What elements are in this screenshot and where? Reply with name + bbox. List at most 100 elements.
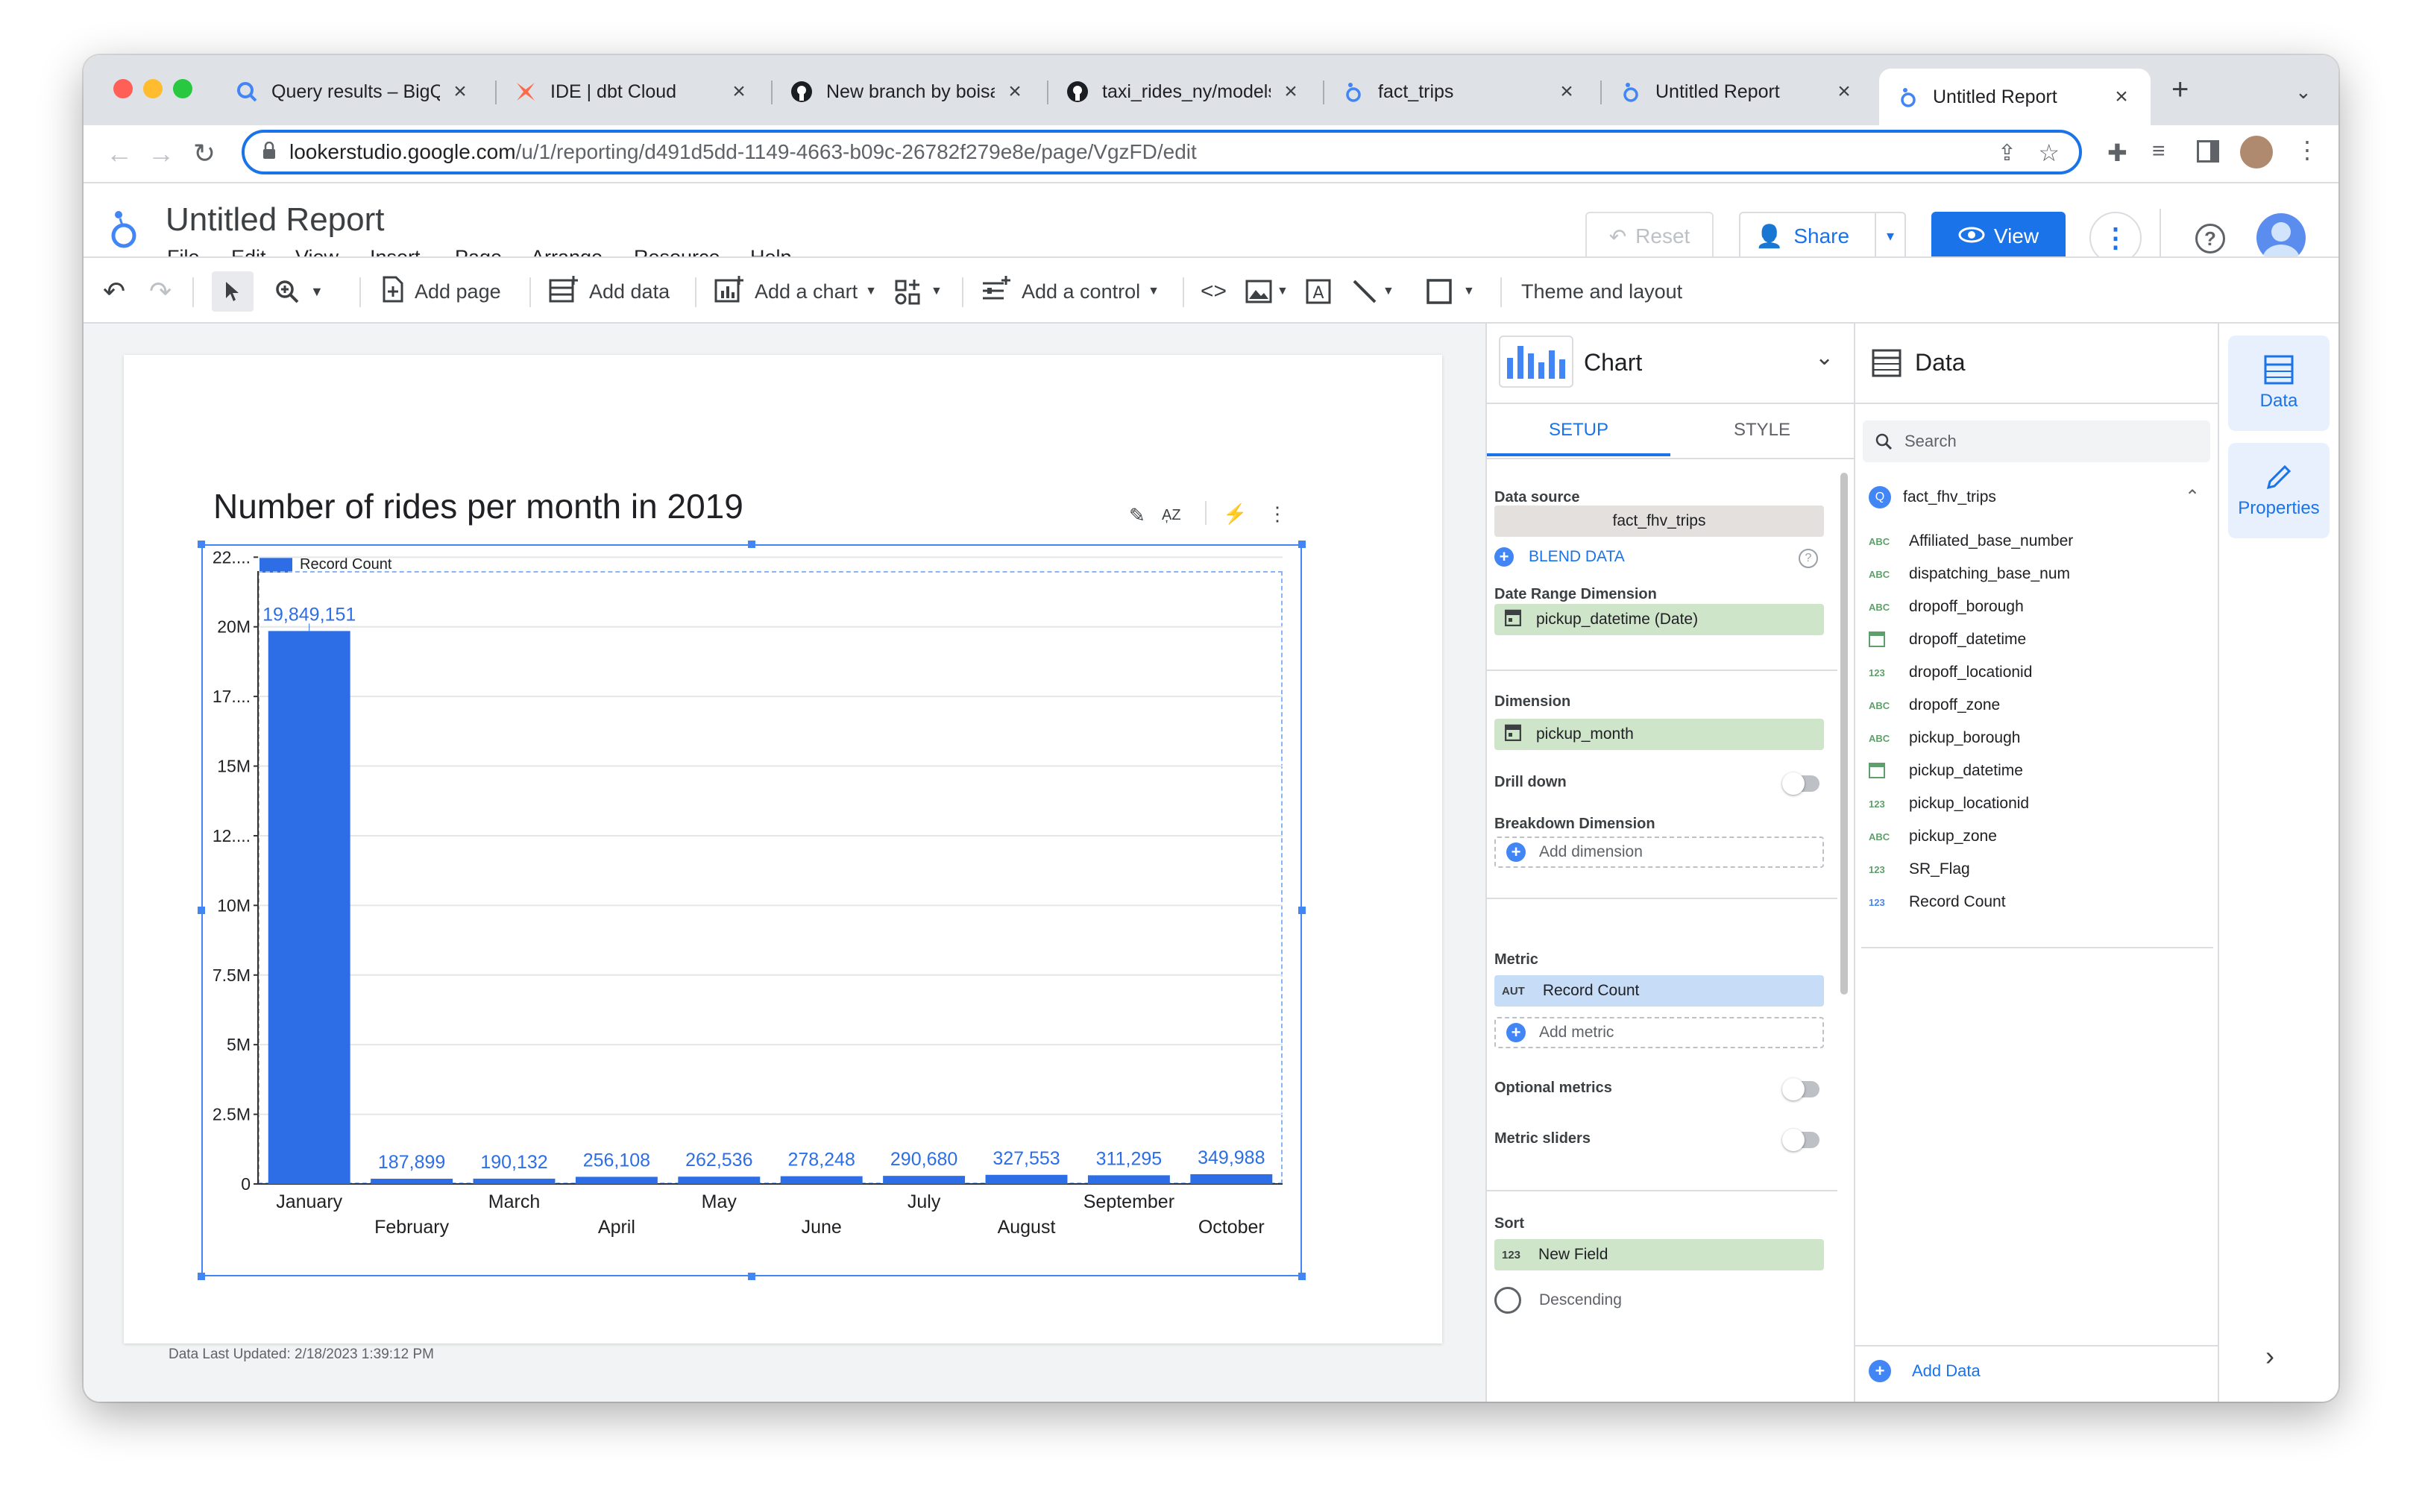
bookmark-star-icon[interactable]: ☆ <box>2038 139 2060 167</box>
close-tab-icon[interactable]: × <box>449 79 471 104</box>
date-range-field[interactable]: pickup_datetime (Date) <box>1494 604 1824 635</box>
data-field-item[interactable]: pickup_datetime <box>1869 755 2023 787</box>
bar-data-label: 290,680 <box>890 1149 957 1170</box>
share-page-icon[interactable]: ⇪ <box>1998 140 2016 166</box>
add-data-button[interactable]: Add data <box>549 271 670 312</box>
metric-field[interactable]: AUT Record Count <box>1494 975 1824 1007</box>
add-metric-button[interactable]: + Add metric <box>1494 1017 1824 1048</box>
data-search-input[interactable]: Search <box>1863 420 2210 462</box>
new-tab-icon[interactable]: + <box>2171 73 2189 107</box>
data-field-item[interactable]: 123 dropoff_locationid <box>1869 656 2032 689</box>
forward-arrow-icon[interactable]: → <box>146 139 176 168</box>
help-icon[interactable]: ? <box>2195 224 2225 253</box>
minimize-window-button[interactable] <box>143 79 163 98</box>
shape-icon[interactable]: ▼ <box>1426 271 1475 312</box>
looker-icon <box>1897 86 1919 108</box>
drill-down-toggle[interactable] <box>1782 772 1819 795</box>
close-tab-icon[interactable]: × <box>2110 84 2133 110</box>
sort-field[interactable]: 123 New Field <box>1494 1239 1824 1270</box>
expand-panel-chevron-icon[interactable]: › <box>2265 1341 2274 1372</box>
help-circle-icon[interactable]: ? <box>1799 549 1818 568</box>
side-panel-icon[interactable] <box>2197 140 2219 163</box>
close-window-button[interactable] <box>113 79 133 98</box>
extensions-icon[interactable]: ✚ <box>2107 139 2127 167</box>
data-field-item[interactable]: 123 Record Count <box>1869 886 2006 919</box>
browser-tab[interactable]: Query results – BigQuery × <box>218 69 489 115</box>
add-dimension-button[interactable]: + Add dimension <box>1494 837 1824 868</box>
toolbar-divider <box>962 277 963 307</box>
community-viz-icon[interactable]: ▼ <box>895 271 943 312</box>
browser-tab[interactable]: New branch by boisalai × <box>773 69 1044 115</box>
data-source-field[interactable]: fact_fhv_trips <box>1494 505 1824 537</box>
rail-data-button[interactable]: Data <box>2228 336 2330 431</box>
close-tab-icon[interactable]: × <box>728 79 750 104</box>
dimension-field[interactable]: pickup_month <box>1494 719 1824 750</box>
tab-style[interactable]: STYLE <box>1670 404 1854 456</box>
close-tab-icon[interactable]: × <box>1833 79 1855 104</box>
collapse-source-icon[interactable]: ⌃ <box>2185 486 2200 508</box>
data-field-name: Record Count <box>1909 893 2006 910</box>
data-field-name: dropoff_locationid <box>1909 664 2033 681</box>
browser-tab[interactable]: Untitled Report × <box>1602 69 1873 115</box>
metric-sliders-toggle[interactable] <box>1782 1129 1819 1151</box>
optional-metrics-toggle[interactable] <box>1782 1078 1819 1100</box>
add-control-button[interactable]: Add a control ▼ <box>981 271 1160 312</box>
select-pointer-icon[interactable] <box>212 271 254 312</box>
toolbar-divider <box>1183 277 1184 307</box>
undo-icon[interactable]: ↶ <box>103 271 125 312</box>
browser-tab[interactable]: fact_trips × <box>1324 69 1596 115</box>
metric-type-badge: AUT <box>1502 984 1525 998</box>
descending-radio[interactable]: Descending <box>1494 1287 1622 1314</box>
browser-tab[interactable]: IDE | dbt Cloud × <box>497 69 768 115</box>
redo-icon[interactable]: ↷ <box>149 271 172 312</box>
theme-layout-button[interactable]: Theme and layout <box>1521 271 1682 312</box>
share-dropdown-icon[interactable]: ▾ <box>1875 213 1904 259</box>
media-control-icon[interactable]: ≡ <box>2152 139 2165 164</box>
text-box-icon[interactable]: A <box>1305 271 1332 312</box>
looker-studio-logo-icon[interactable] <box>109 206 139 257</box>
panel-scrollbar[interactable] <box>1840 473 1848 995</box>
embed-code-icon[interactable]: <> <box>1201 271 1227 312</box>
data-field-item[interactable]: ABC Affiliated_base_number <box>1869 525 2073 558</box>
url-field[interactable]: lookerstudio.google.com/u/1/reporting/d4… <box>242 130 2082 174</box>
profile-avatar[interactable] <box>2240 136 2273 168</box>
reload-icon[interactable]: ↻ <box>189 139 219 168</box>
rail-properties-button[interactable]: Properties <box>2228 443 2330 538</box>
image-icon[interactable]: ▼ <box>1245 271 1289 312</box>
reset-button[interactable]: ↶ Reset <box>1585 212 1714 261</box>
close-tab-icon[interactable]: × <box>1004 79 1026 104</box>
bar-chart-type-icon[interactable] <box>1499 336 1573 388</box>
data-field-item[interactable]: ABC pickup_borough <box>1869 722 2020 755</box>
browser-tab-active[interactable]: Untitled Report × <box>1879 69 2151 125</box>
bigquery-icon <box>236 81 258 103</box>
data-field-item[interactable]: ABC dispatching_base_num <box>1869 558 2070 590</box>
report-title[interactable]: Untitled Report <box>166 201 384 239</box>
tab-setup[interactable]: SETUP <box>1487 404 1670 456</box>
browser-tab[interactable]: taxi_rides_ny/models × <box>1048 69 1320 115</box>
user-avatar[interactable] <box>2256 213 2306 262</box>
maximize-window-button[interactable] <box>173 79 192 98</box>
metric-sliders-label: Metric sliders <box>1494 1130 1591 1147</box>
data-source-item[interactable]: Qfact_fhv_trips <box>1869 486 1996 508</box>
close-tab-icon[interactable]: × <box>1280 79 1302 104</box>
panel-header-data: Data <box>1915 349 1966 376</box>
data-field-item[interactable]: ABC dropoff_borough <box>1869 590 2024 623</box>
blend-data-button[interactable]: + BLEND DATA <box>1494 547 1625 567</box>
add-data-panel-button[interactable]: + Add Data <box>1869 1360 1981 1382</box>
line-icon[interactable]: ▼ <box>1351 271 1394 312</box>
view-button[interactable]: View <box>1931 212 2066 261</box>
collapse-chevron-icon[interactable]: ⌄ <box>1815 344 1834 371</box>
data-field-item[interactable]: dropoff_datetime <box>1869 623 2026 656</box>
zoom-icon[interactable]: ▼ <box>274 271 324 312</box>
data-field-item[interactable]: 123 pickup_locationid <box>1869 787 2029 820</box>
data-field-item[interactable]: ABC pickup_zone <box>1869 820 1997 853</box>
add-chart-button[interactable]: Add a chart ▼ <box>714 271 877 312</box>
close-tab-icon[interactable]: × <box>1556 79 1578 104</box>
add-page-button[interactable]: Add page <box>382 271 501 312</box>
data-field-item[interactable]: 123 SR_Flag <box>1869 853 1970 886</box>
data-field-item[interactable]: ABC dropoff_zone <box>1869 689 2000 722</box>
tab-search-chevron-icon[interactable]: ⌄ <box>2295 81 2312 104</box>
browser-menu-icon[interactable]: ⋮ <box>2295 136 2319 164</box>
share-button[interactable]: 👤 Share ▾ <box>1739 212 1906 261</box>
back-arrow-icon[interactable]: ← <box>104 139 134 168</box>
